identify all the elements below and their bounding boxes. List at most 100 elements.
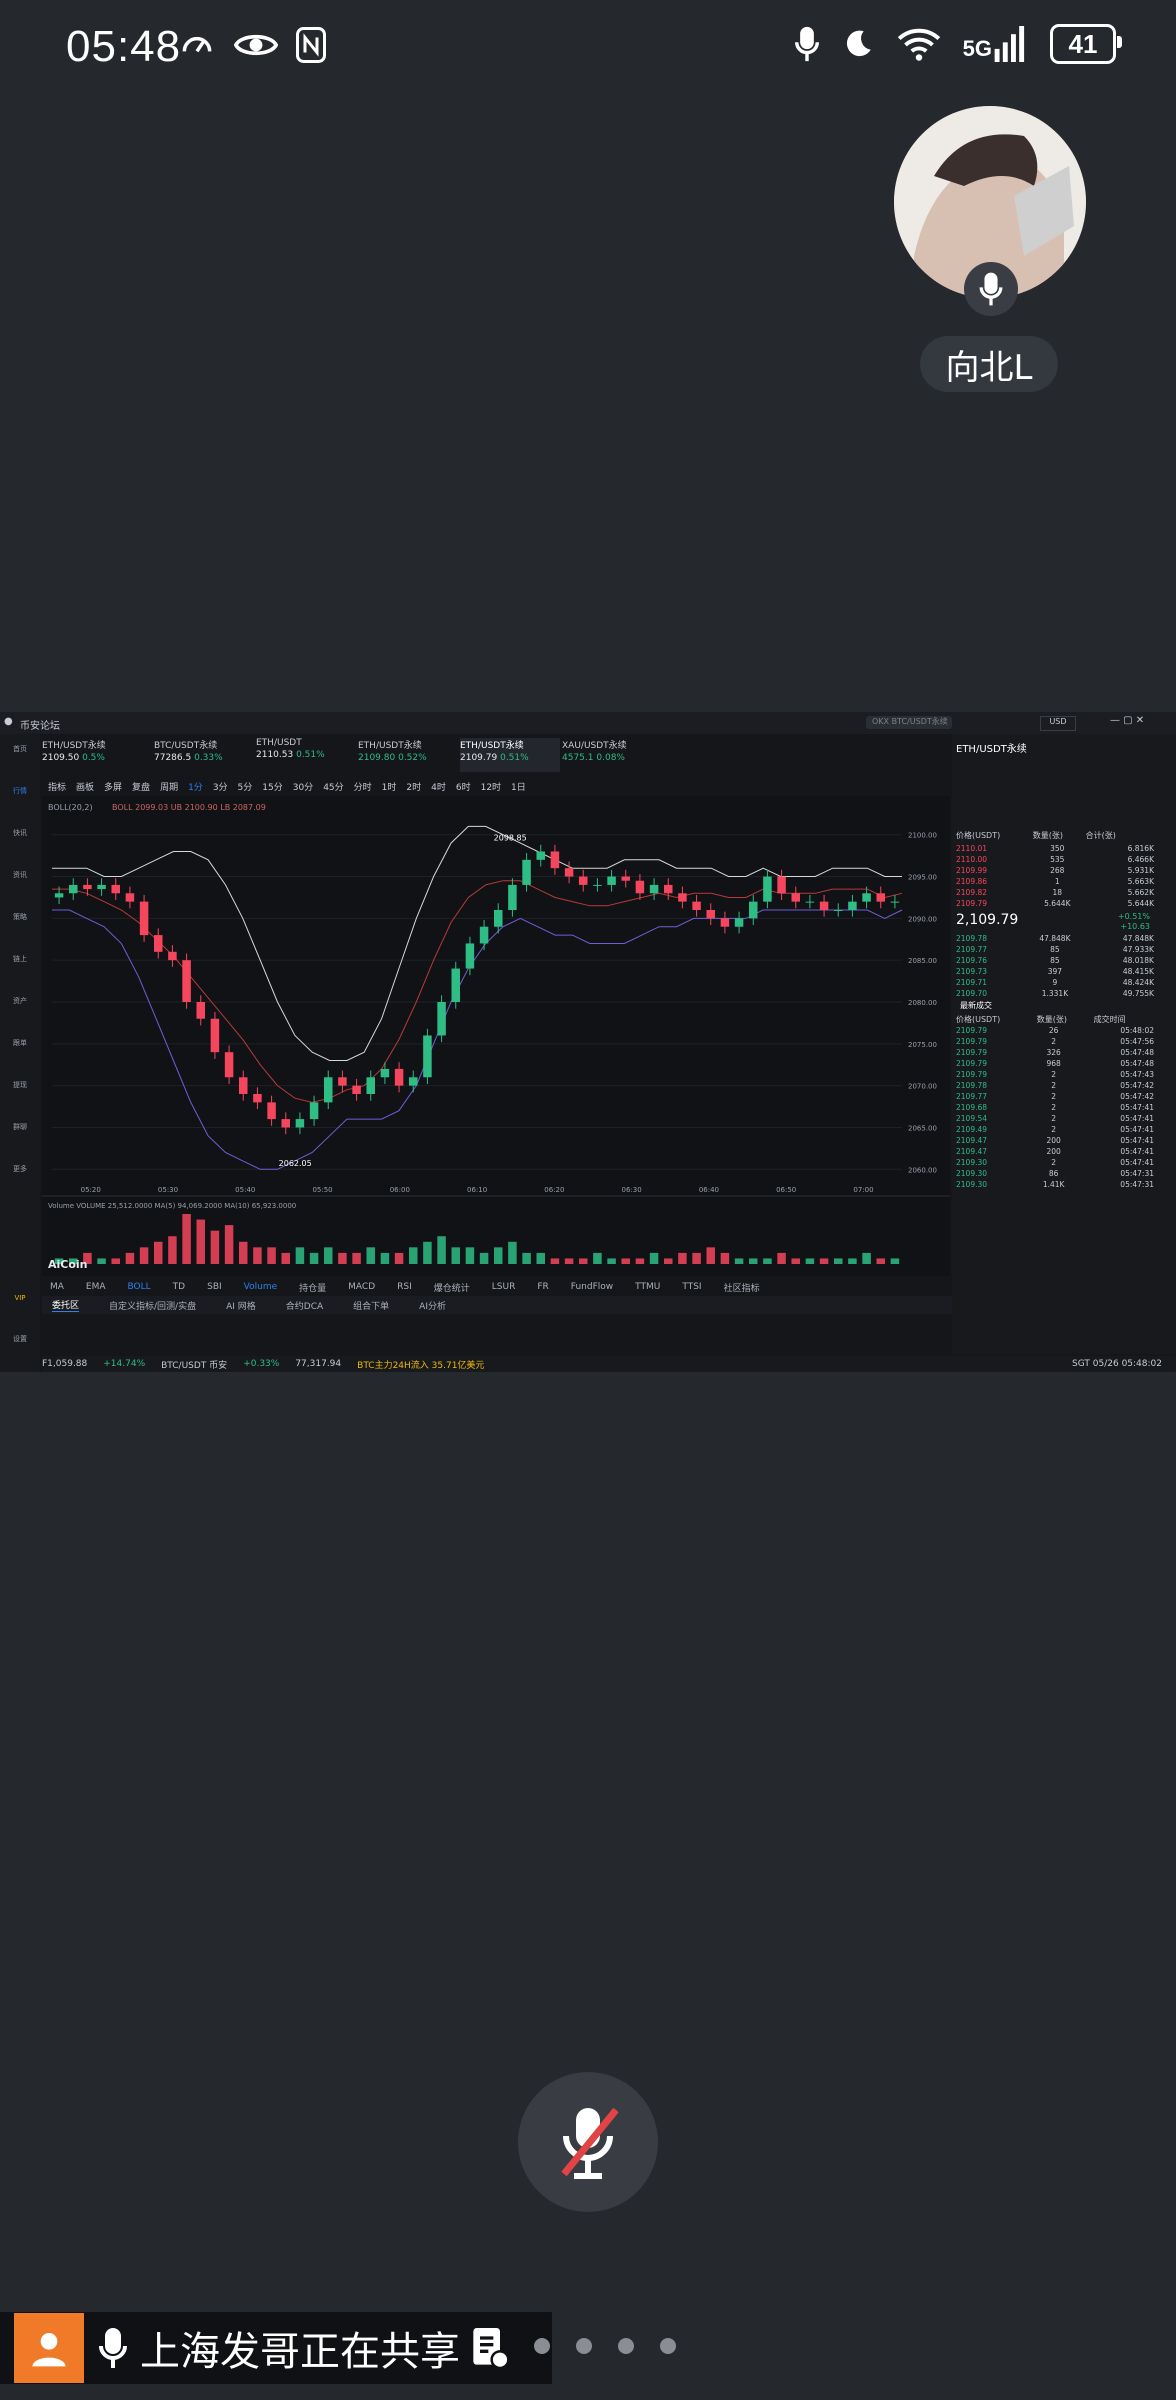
indicator-tab[interactable]: FR: [537, 1282, 548, 1292]
rail-item-5[interactable]: 链上: [4, 954, 36, 964]
orderbook-row[interactable]: 2109.79 26 05:48:02: [956, 1026, 1154, 1036]
microphone-icon: [99, 2328, 127, 2368]
orderbook-row[interactable]: 2109.47 200 05:47:41: [956, 1147, 1154, 1157]
rail-item-1[interactable]: 行情: [4, 786, 36, 796]
trades-title[interactable]: 最新成交: [960, 1000, 992, 1011]
indicator-tab[interactable]: 爆仓统计: [434, 1281, 470, 1294]
orderbook-row[interactable]: 2109.79 5.644K 5.644K: [956, 899, 1154, 909]
orderbook-row[interactable]: 2109.70 1.331K 49.755K: [956, 989, 1154, 999]
page-dot[interactable]: [576, 2338, 592, 2354]
page-dot[interactable]: [534, 2338, 550, 2354]
panel-tab[interactable]: AI分析: [419, 1299, 446, 1312]
orderbook-row[interactable]: 2109.79 968 05:47:48: [956, 1059, 1154, 1069]
orderbook-row[interactable]: 2109.71 9 48.424K: [956, 978, 1154, 988]
rail-item-4[interactable]: 策略: [4, 912, 36, 922]
person-icon: [14, 2313, 84, 2383]
interval-30m[interactable]: 30分: [293, 780, 313, 793]
orderbook-row[interactable]: 2109.54 2 05:47:41: [956, 1114, 1154, 1124]
orderbook-row[interactable]: 2109.47 200 05:47:41: [956, 1136, 1154, 1146]
toolbar-item[interactable]: 复盘: [132, 780, 150, 793]
interval-tick[interactable]: 分时: [354, 780, 372, 793]
interval-1h[interactable]: 1时: [382, 780, 397, 793]
orderbook-row[interactable]: 2109.30 1.41K 05:47:31: [956, 1180, 1154, 1190]
orderbook-row[interactable]: 2109.78 2 05:47:42: [956, 1081, 1154, 1091]
orderbook-row[interactable]: 2109.79 2 05:47:43: [956, 1070, 1154, 1080]
screen-share-banner[interactable]: 上海发哥正在共享: [0, 2312, 552, 2384]
symbol-tab-1[interactable]: BTC/USDT永续 77286.5 0.33%: [154, 738, 254, 772]
indicator-tab[interactable]: BOLL: [128, 1282, 151, 1292]
rail-item-10[interactable]: 更多: [4, 1164, 36, 1174]
orderbook-row[interactable]: 2109.68 2 05:47:41: [956, 1103, 1154, 1113]
indicator-tab[interactable]: TTMU: [635, 1282, 660, 1292]
orderbook-row[interactable]: 2109.76 85 48.018K: [956, 956, 1154, 966]
page-dot[interactable]: [660, 2338, 676, 2354]
indicator-tab[interactable]: EMA: [86, 1282, 106, 1292]
orderbook-row[interactable]: 2109.79 326 05:47:48: [956, 1048, 1154, 1058]
interval-15m[interactable]: 15分: [262, 780, 282, 793]
rail-item-8[interactable]: 提现: [4, 1080, 36, 1090]
indicator-tab[interactable]: TTSI: [682, 1282, 701, 1292]
rail-item-settings[interactable]: 设置: [4, 1334, 36, 1344]
symbol-tab-2[interactable]: ETH/USDT 2110.53 0.51%: [256, 738, 356, 772]
interval-4h[interactable]: 4时: [431, 780, 446, 793]
toolbar-item[interactable]: 多屏: [104, 780, 122, 793]
orderbook-row[interactable]: 2109.73 397 48.415K: [956, 967, 1154, 977]
orderbook-row[interactable]: 2109.78 47.848K 47.848K: [956, 934, 1154, 944]
rail-item-9[interactable]: 群聊: [4, 1122, 36, 1132]
page-dot[interactable]: [618, 2338, 634, 2354]
orderbook-row[interactable]: 2109.82 18 5.662K: [956, 888, 1154, 898]
toolbar-item[interactable]: 周期: [160, 780, 178, 793]
interval-5m[interactable]: 5分: [238, 780, 253, 793]
symbol-tab-5[interactable]: XAU/USDT永续 4575.1 0.08%: [562, 738, 662, 772]
indicator-tab[interactable]: Volume: [244, 1282, 277, 1292]
candlestick-chart[interactable]: BOLL(20,2) BOLL 2099.03 UB 2100.90 LB 20…: [42, 796, 950, 1276]
indicator-tab[interactable]: 持仓量: [299, 1281, 326, 1294]
interval-3m[interactable]: 3分: [213, 780, 228, 793]
interval-12h[interactable]: 12时: [481, 780, 501, 793]
interval-1d[interactable]: 1日: [511, 780, 526, 793]
rail-item-3[interactable]: 资讯: [4, 870, 36, 880]
search-input[interactable]: OKX BTC/USDT永续: [866, 716, 952, 729]
interval-2h[interactable]: 2时: [406, 780, 421, 793]
orderbook-row[interactable]: 2109.99 268 5.931K: [956, 866, 1154, 876]
orderbook-row[interactable]: 2109.49 2 05:47:41: [956, 1125, 1154, 1135]
panel-tab[interactable]: 合约DCA: [286, 1299, 323, 1312]
orderbook-row[interactable]: 2109.79 2 05:47:56: [956, 1037, 1154, 1047]
orderbook-row[interactable]: 2110.00 535 6.466K: [956, 855, 1154, 865]
interval-6h[interactable]: 6时: [456, 780, 471, 793]
indicator-tab[interactable]: MA: [50, 1282, 64, 1292]
indicator-tab[interactable]: MACD: [348, 1282, 375, 1292]
toolbar-item[interactable]: 指标: [48, 780, 66, 793]
orderbook-row[interactable]: 2109.86 1 5.663K: [956, 877, 1154, 887]
rail-item-2[interactable]: 快讯: [4, 828, 36, 838]
rail-item-6[interactable]: 资产: [4, 996, 36, 1006]
mute-button[interactable]: [518, 2072, 658, 2212]
indicator-tab[interactable]: RSI: [397, 1282, 412, 1292]
panel-tab[interactable]: 委托区: [52, 1298, 80, 1312]
currency-select[interactable]: USD: [1040, 716, 1076, 731]
indicator-tab[interactable]: FundFlow: [571, 1282, 613, 1292]
indicator-tab[interactable]: SBI: [207, 1282, 222, 1292]
rail-item-0[interactable]: 首页: [4, 744, 36, 754]
orderbook-row[interactable]: 2109.30 86 05:47:31: [956, 1169, 1154, 1179]
tab-name: ETH/USDT永续: [460, 741, 524, 751]
symbol-tab-0[interactable]: ETH/USDT永续 2109.50 0.5%: [42, 738, 142, 772]
panel-tab[interactable]: 自定义指标/回测/实盘: [109, 1299, 196, 1312]
rail-item-vip[interactable]: VIP: [4, 1294, 36, 1302]
toolbar-item[interactable]: 画板: [76, 780, 94, 793]
interval-1m[interactable]: 1分: [188, 780, 203, 793]
orderbook-row[interactable]: 2109.77 2 05:47:42: [956, 1092, 1154, 1102]
orderbook-row[interactable]: 2110.01 350 6.816K: [956, 844, 1154, 854]
panel-tab[interactable]: AI 网格: [226, 1299, 256, 1312]
interval-45m[interactable]: 45分: [323, 780, 343, 793]
panel-tab[interactable]: 组合下单: [353, 1299, 389, 1312]
orderbook-row[interactable]: 2109.77 85 47.933K: [956, 945, 1154, 955]
orderbook-row[interactable]: 2109.30 2 05:47:41: [956, 1158, 1154, 1168]
indicator-tab[interactable]: 社区指标: [724, 1281, 760, 1294]
symbol-tab-4[interactable]: ETH/USDT永续 2109.79 0.51%: [460, 738, 560, 772]
indicator-tab[interactable]: LSUR: [492, 1282, 516, 1292]
symbol-tab-3[interactable]: ETH/USDT永续 2109.80 0.52%: [358, 738, 458, 772]
window-controls[interactable]: — ▢ ✕: [1110, 715, 1144, 726]
indicator-tab[interactable]: TD: [173, 1282, 185, 1292]
rail-item-7[interactable]: 跟单: [4, 1038, 36, 1048]
